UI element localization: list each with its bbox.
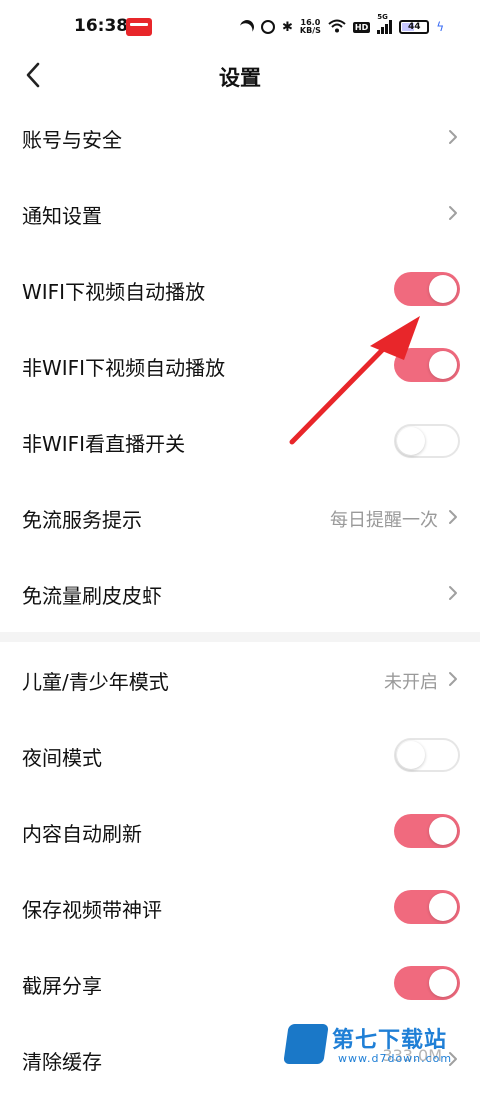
settings-row-label: 保存视频带神评 xyxy=(22,898,162,922)
do-not-disturb-moon-icon xyxy=(237,17,256,36)
header: 设置 xyxy=(0,56,480,96)
settings-row-label: WIFI下视频自动播放 xyxy=(22,280,206,304)
toggle-switch[interactable] xyxy=(394,738,460,772)
chevron-right-icon xyxy=(446,584,460,602)
settings-row[interactable]: 夜间模式 xyxy=(0,718,480,794)
watermark-url: www.d7down.com xyxy=(338,1052,453,1065)
settings-row-value: 未开启 xyxy=(384,672,438,693)
toggle-switch[interactable] xyxy=(394,814,460,848)
settings-row[interactable]: 保存视频带神评 xyxy=(0,870,480,946)
chevron-right-icon xyxy=(446,128,460,146)
settings-list: 账号与安全通知设置 WIFI下视频自动播放 非WIFI下视频自动播放 非WIFI看直播… xyxy=(0,100,480,1098)
toggle-switch[interactable] xyxy=(394,424,460,458)
settings-row-value: 每日提醒一次 xyxy=(330,510,438,531)
settings-row-label: 通知设置 xyxy=(22,204,102,228)
battery-level: 44 xyxy=(407,22,421,32)
toggle-knob xyxy=(429,893,457,921)
settings-row[interactable]: 非WIFI下视频自动播放 xyxy=(0,328,480,404)
settings-row[interactable]: 截屏分享 xyxy=(0,946,480,1022)
status-bar: 16:38 ✱ 16.0 KB/S HD 5G 44 ϟ xyxy=(0,0,480,56)
toggle-knob xyxy=(429,817,457,845)
cellular-signal-icon: 5G xyxy=(377,13,393,34)
alarm-icon xyxy=(261,20,275,34)
network-speed: 16.0 KB/S xyxy=(300,19,321,35)
group-divider xyxy=(0,632,480,642)
toggle-knob xyxy=(429,969,457,997)
settings-row[interactable]: 通知设置 xyxy=(0,176,480,252)
settings-row[interactable]: 账号与安全 xyxy=(0,100,480,176)
settings-row-label: 内容自动刷新 xyxy=(22,822,142,846)
network-speed-unit: KB/S xyxy=(299,26,321,35)
settings-row[interactable]: WIFI下视频自动播放 xyxy=(0,252,480,328)
settings-row-label: 截屏分享 xyxy=(22,974,102,998)
toggle-knob xyxy=(429,351,457,379)
page-title: 设置 xyxy=(219,66,261,90)
chevron-right-icon xyxy=(446,670,460,688)
watermark-title: 第七下载站 xyxy=(332,1028,448,1053)
charging-bolt-icon: ϟ xyxy=(436,20,445,34)
wifi-icon xyxy=(328,18,346,37)
settings-group-general: 账号与安全通知设置 WIFI下视频自动播放 非WIFI下视频自动播放 非WIFI看直播… xyxy=(0,100,480,632)
settings-row-label: 夜间模式 xyxy=(22,746,102,770)
toggle-knob xyxy=(429,275,457,303)
toggle-knob xyxy=(397,741,425,769)
settings-row[interactable]: 免流服务提示 每日提醒一次 xyxy=(0,480,480,556)
cellular-type-label: 5G xyxy=(377,13,388,21)
settings-row[interactable]: 儿童/青少年模式 未开启 xyxy=(0,642,480,718)
bluetooth-icon: ✱ xyxy=(282,19,293,35)
settings-row[interactable]: 内容自动刷新 xyxy=(0,794,480,870)
settings-row-label: 非WIFI看直播开关 xyxy=(22,432,186,456)
toggle-knob xyxy=(397,427,425,455)
battery-icon: 44 xyxy=(399,20,430,34)
toggle-switch[interactable] xyxy=(394,272,460,306)
status-time: 16:38 xyxy=(74,16,129,36)
toggle-switch[interactable] xyxy=(394,966,460,1000)
app-notification-icon xyxy=(126,18,152,36)
settings-row-label: 免流量刷皮皮虾 xyxy=(22,584,162,608)
chevron-right-icon xyxy=(446,204,460,222)
settings-row-label: 儿童/青少年模式 xyxy=(22,670,169,694)
hd-voice-badge: HD xyxy=(352,21,371,33)
toggle-switch[interactable] xyxy=(394,890,460,924)
settings-row-label: 非WIFI下视频自动播放 xyxy=(22,356,226,380)
status-icons: ✱ 16.0 KB/S HD 5G 44 ϟ xyxy=(237,13,445,40)
chevron-right-icon xyxy=(446,508,460,526)
settings-row[interactable]: 非WIFI看直播开关 xyxy=(0,404,480,480)
settings-row-label: 免流服务提示 xyxy=(22,508,142,532)
settings-row-label: 清除缓存 xyxy=(22,1050,102,1074)
toggle-switch[interactable] xyxy=(394,348,460,382)
settings-row[interactable]: 免流量刷皮皮虾 xyxy=(0,556,480,632)
settings-row-label: 账号与安全 xyxy=(22,128,122,152)
watermark: 第七下载站 www.d7down.com xyxy=(282,1022,480,1072)
watermark-logo xyxy=(283,1024,329,1064)
